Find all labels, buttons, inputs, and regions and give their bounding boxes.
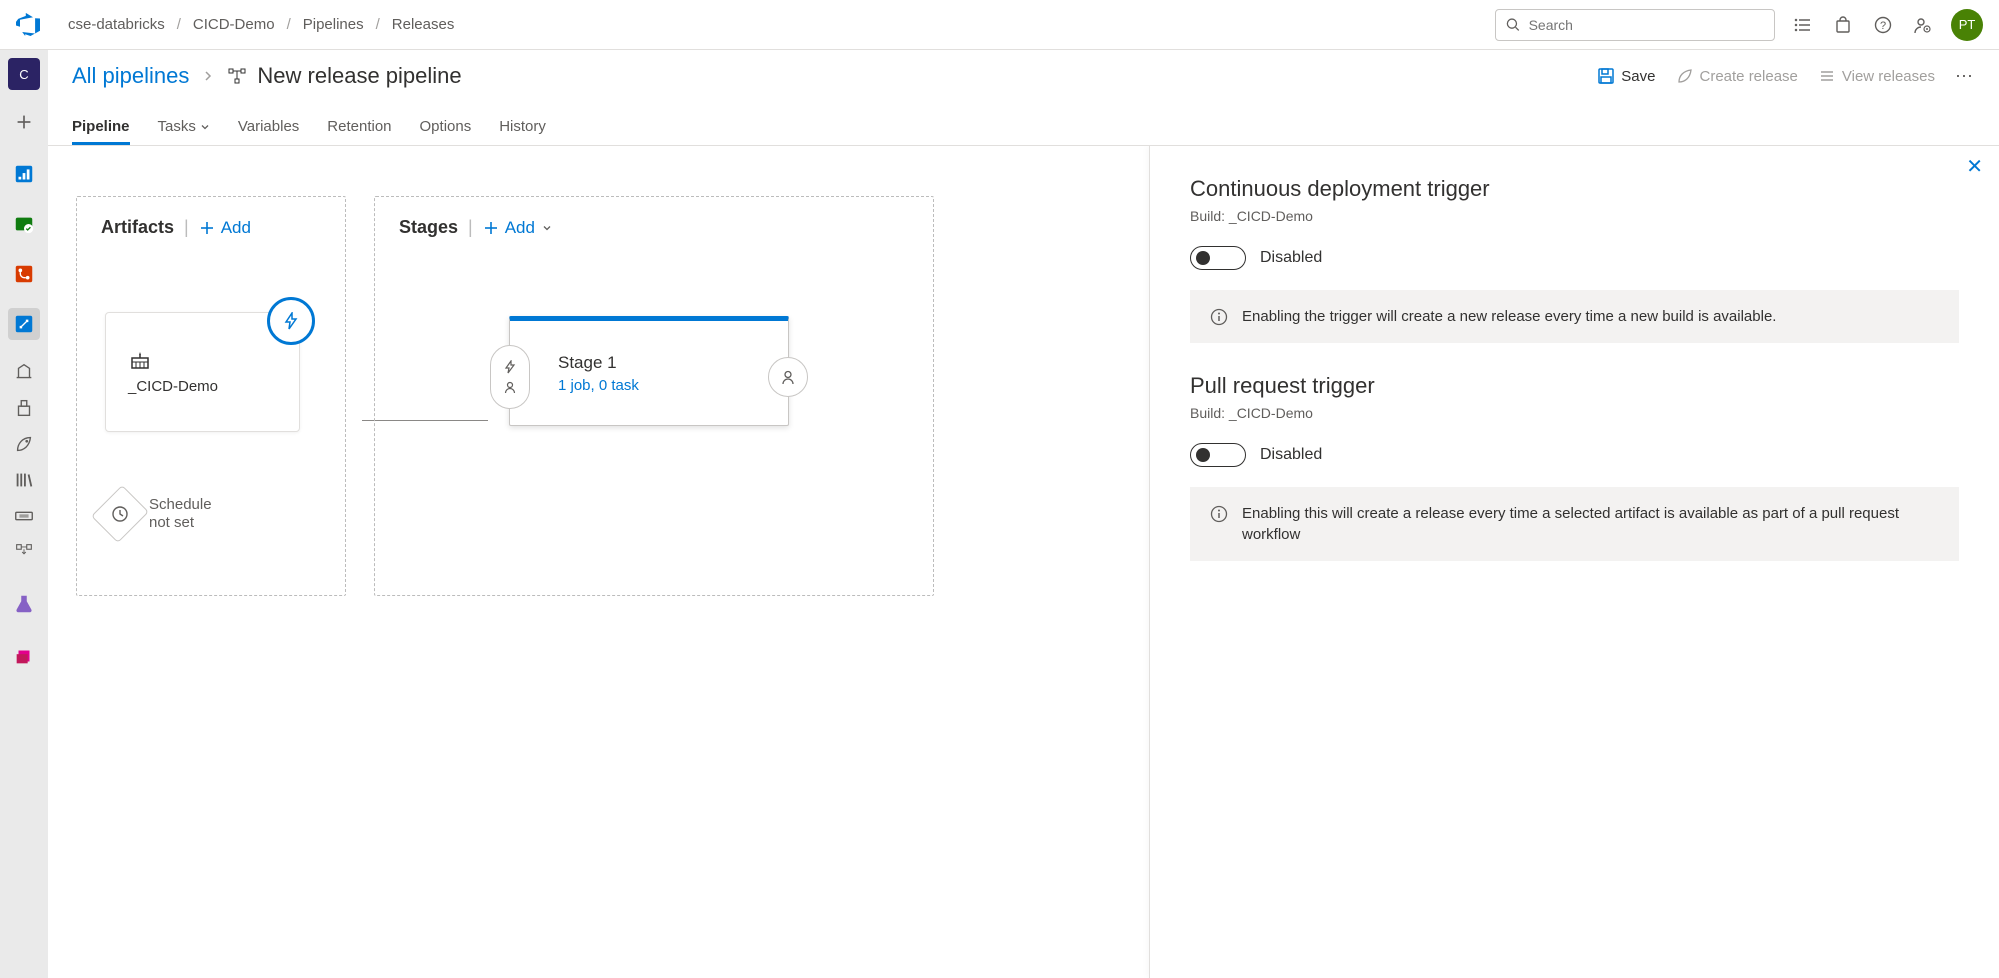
- stage-card[interactable]: Stage 1 1 job, 0 task: [509, 316, 789, 426]
- sidebar-taskgroups-icon[interactable]: [8, 500, 40, 532]
- sidebar-releases-icon[interactable]: [8, 392, 40, 424]
- save-button[interactable]: Save: [1597, 67, 1655, 85]
- stage-pre-conditions[interactable]: [490, 345, 530, 409]
- stage-post-conditions[interactable]: [768, 357, 808, 397]
- cd-trigger-title: Continuous deployment trigger: [1190, 176, 1959, 202]
- stages-title: Stages: [399, 217, 458, 238]
- all-pipelines-link[interactable]: All pipelines: [72, 63, 189, 89]
- breadcrumb: cse-databricks / CICD-Demo / Pipelines /…: [60, 16, 462, 33]
- trigger-panel: ✕ Continuous deployment trigger Build: _…: [1149, 146, 1999, 978]
- search-box[interactable]: [1495, 9, 1775, 41]
- info-icon: [1210, 505, 1228, 523]
- close-panel-button[interactable]: ✕: [1966, 154, 1983, 179]
- azure-devops-logo: [16, 13, 40, 37]
- cd-trigger-toggle[interactable]: [1190, 246, 1246, 270]
- search-input[interactable]: [1529, 17, 1764, 33]
- page-title: New release pipeline: [227, 63, 461, 89]
- chevron-right-icon: [201, 69, 215, 83]
- add-artifact-button[interactable]: Add: [199, 218, 251, 238]
- list-icon: [1818, 67, 1836, 85]
- svg-text:?: ?: [1880, 20, 1886, 32]
- sidebar-environments-icon[interactable]: [8, 356, 40, 388]
- artifact-name: _CICD-Demo: [128, 378, 299, 395]
- breadcrumb-page[interactable]: Releases: [384, 16, 463, 33]
- chevron-down-icon: [541, 222, 553, 234]
- sidebar-deployment-icon[interactable]: [8, 536, 40, 568]
- user-avatar[interactable]: PT: [1951, 9, 1983, 41]
- tab-variables[interactable]: Variables: [238, 118, 299, 145]
- schedule-button[interactable]: Schedule not set: [101, 492, 331, 536]
- help-icon[interactable]: ?: [1871, 13, 1895, 37]
- sidebar-add[interactable]: [8, 106, 40, 138]
- info-icon: [1210, 308, 1228, 326]
- sidebar-test-icon[interactable]: [8, 588, 40, 620]
- sidebar-repos-icon[interactable]: [8, 258, 40, 290]
- page-header: All pipelines New release pipeline Save …: [48, 50, 1999, 102]
- pipeline-canvas: Artifacts | Add _CIC: [48, 146, 1149, 978]
- tab-tasks[interactable]: Tasks: [158, 118, 210, 145]
- breadcrumb-project[interactable]: CICD-Demo: [185, 16, 283, 33]
- person-icon: [780, 369, 796, 385]
- pr-trigger-title: Pull request trigger: [1190, 373, 1959, 399]
- schedule-label: Schedule not set: [149, 496, 212, 532]
- stages-section: Stages | Add: [374, 196, 934, 596]
- search-icon: [1506, 17, 1521, 33]
- left-sidebar: C: [0, 50, 48, 978]
- list-icon[interactable]: [1791, 13, 1815, 37]
- artifact-card[interactable]: _CICD-Demo: [105, 312, 300, 432]
- build-icon: [128, 350, 152, 370]
- tab-history[interactable]: History: [499, 118, 546, 145]
- clock-icon: [111, 505, 129, 523]
- cd-toggle-label: Disabled: [1260, 249, 1322, 267]
- tab-pipeline[interactable]: Pipeline: [72, 118, 130, 145]
- artifact-trigger-badge[interactable]: [267, 297, 315, 345]
- breadcrumb-org[interactable]: cse-databricks: [60, 16, 173, 33]
- user-settings-icon[interactable]: [1911, 13, 1935, 37]
- artifacts-section: Artifacts | Add _CIC: [76, 196, 346, 596]
- sidebar-work-icon[interactable]: [8, 208, 40, 240]
- save-icon: [1597, 67, 1615, 85]
- sidebar-artifacts-icon[interactable]: [8, 640, 40, 672]
- sidebar-library-icon[interactable]: [8, 464, 40, 496]
- pr-trigger-toggle[interactable]: [1190, 443, 1246, 467]
- cd-trigger-sub: Build: _CICD-Demo: [1190, 208, 1959, 224]
- person-icon: [503, 380, 517, 394]
- plus-icon: [199, 220, 215, 236]
- create-release-button: Create release: [1676, 67, 1798, 85]
- plus-icon: [483, 220, 499, 236]
- bag-icon[interactable]: [1831, 13, 1855, 37]
- top-header: cse-databricks / CICD-Demo / Pipelines /…: [0, 0, 1999, 50]
- cd-info-box: Enabling the trigger will create a new r…: [1190, 290, 1959, 343]
- pr-info-box: Enabling this will create a release ever…: [1190, 487, 1959, 561]
- stage-name: Stage 1: [558, 353, 788, 373]
- more-button[interactable]: ⋯: [1955, 66, 1975, 87]
- artifacts-title: Artifacts: [101, 217, 174, 238]
- chevron-down-icon: [200, 122, 210, 132]
- sidebar-project[interactable]: C: [8, 58, 40, 90]
- release-pipeline-icon: [227, 66, 247, 86]
- sidebar-boards-icon[interactable]: [8, 158, 40, 190]
- tab-retention[interactable]: Retention: [327, 118, 391, 145]
- breadcrumb-section[interactable]: Pipelines: [295, 16, 372, 33]
- add-stage-button[interactable]: Add: [483, 218, 553, 238]
- tabs: Pipeline Tasks Variables Retention Optio…: [48, 102, 1999, 146]
- sidebar-rocket-icon[interactable]: [8, 428, 40, 460]
- pr-toggle-label: Disabled: [1260, 446, 1322, 464]
- lightning-icon: [503, 360, 517, 374]
- pr-trigger-sub: Build: _CICD-Demo: [1190, 405, 1959, 421]
- lightning-icon: [282, 312, 300, 330]
- rocket-icon: [1676, 67, 1694, 85]
- tab-options[interactable]: Options: [420, 118, 472, 145]
- stage-tasks-link[interactable]: 1 job, 0 task: [558, 377, 788, 394]
- sidebar-pipelines-icon[interactable]: [8, 308, 40, 340]
- view-releases-button: View releases: [1818, 67, 1935, 85]
